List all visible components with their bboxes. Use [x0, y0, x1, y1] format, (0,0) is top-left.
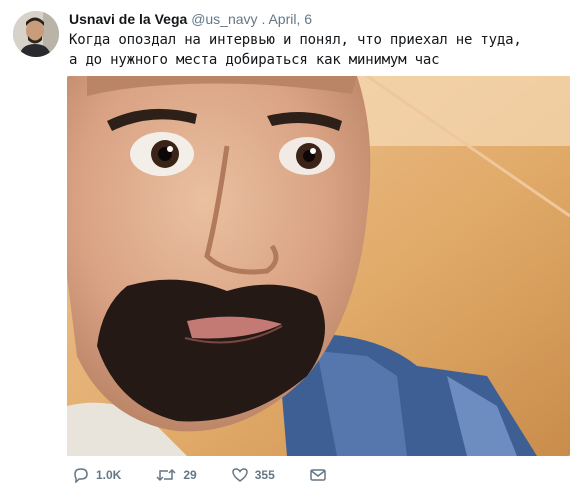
tweet-header: Usnavi de la Vega @us_navy . April, 6	[69, 10, 312, 28]
tweet-date[interactable]: April, 6	[268, 11, 312, 27]
tweet-text: Когда опоздал на интервью и понял, что п…	[69, 30, 584, 70]
header-separator: .	[261, 11, 266, 27]
retweet-count: 29	[183, 468, 197, 482]
reply-count: 1.0K	[96, 468, 122, 482]
reply-button[interactable]: 1.0K	[72, 467, 121, 483]
direct-message-button[interactable]	[309, 467, 333, 483]
tweet-text-line-2: а до нужного места добираться как миниму…	[69, 52, 440, 68]
heart-icon	[231, 468, 248, 482]
tweet-text-line-1: Когда опоздал на интервью и понял, что п…	[69, 32, 522, 48]
direct-message-icon	[310, 469, 326, 481]
retweet-icon	[156, 468, 176, 482]
tweet-actions: 1.0K 29 355	[72, 467, 367, 483]
retweet-button[interactable]: 29	[155, 467, 197, 483]
author-handle[interactable]: @us_navy	[191, 11, 257, 27]
tweet-photo[interactable]	[67, 76, 570, 456]
like-count: 355	[254, 468, 275, 482]
author-name[interactable]: Usnavi de la Vega	[69, 11, 187, 27]
reply-icon	[74, 468, 88, 483]
like-button[interactable]: 355	[231, 467, 275, 483]
author-avatar[interactable]	[13, 11, 59, 57]
